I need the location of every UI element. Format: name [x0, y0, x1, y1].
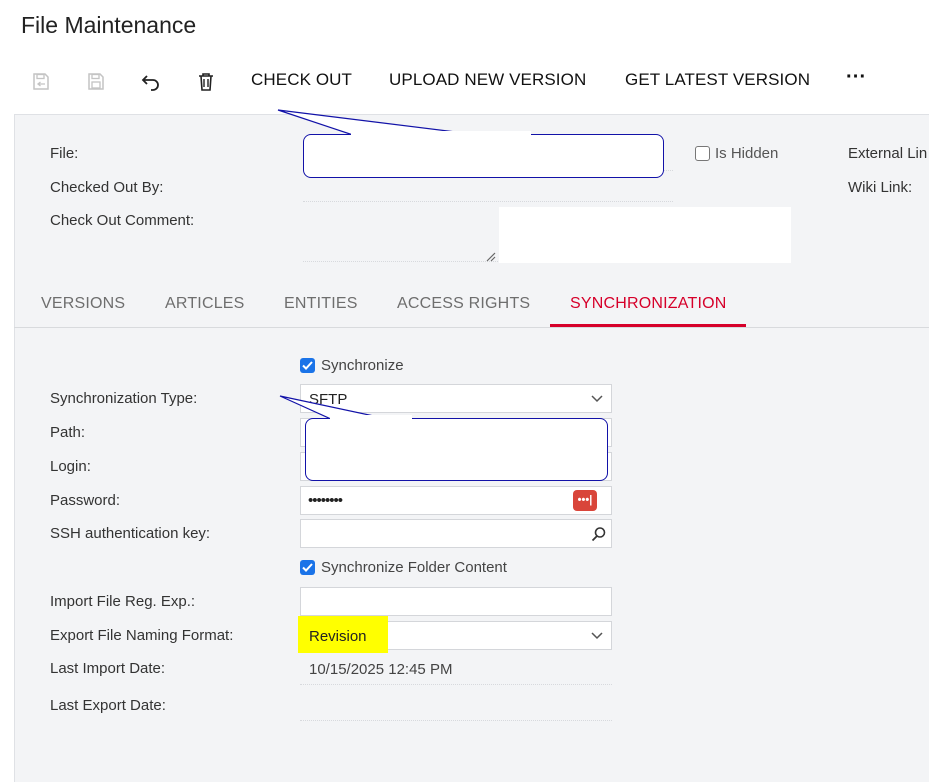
save-icon[interactable]: [82, 68, 110, 96]
tab-access-rights[interactable]: ACCESS RIGHTS: [397, 295, 530, 313]
callout-seam-2: [330, 415, 412, 421]
tab-synchronization[interactable]: SYNCHRONIZATION: [570, 295, 726, 313]
login-label: Login:: [50, 458, 91, 475]
import-regexp-label: Import File Reg. Exp.:: [50, 593, 196, 610]
sync-folder-checkbox[interactable]: Synchronize Folder Content: [300, 559, 507, 576]
more-options-icon[interactable]: ···: [846, 66, 866, 89]
upload-new-version-button[interactable]: UPLOAD NEW VERSION: [389, 70, 586, 90]
last-export-underline: [300, 720, 612, 721]
external-link-label: External Lin: [848, 145, 928, 162]
callout-seam: [351, 131, 531, 137]
import-regexp-input[interactable]: [300, 587, 612, 616]
chevron-down-icon: [591, 632, 603, 640]
path-login-callout: [305, 418, 608, 481]
password-reveal-icon[interactable]: •••|: [573, 490, 597, 511]
check-out-comment-label: Check Out Comment:: [50, 212, 195, 229]
file-input[interactable]: [303, 134, 664, 178]
checked-out-by-label: Checked Out By:: [50, 179, 164, 196]
chevron-down-icon: [591, 395, 603, 403]
check-out-button[interactable]: CHECK OUT: [251, 70, 352, 90]
file-label: File:: [50, 145, 79, 162]
undo-icon[interactable]: [137, 68, 165, 96]
export-naming-label: Export File Naming Format:: [50, 627, 234, 644]
tab-versions[interactable]: VERSIONS: [41, 295, 125, 313]
export-naming-select[interactable]: Revision: [298, 616, 612, 653]
checkbox-icon[interactable]: [695, 146, 710, 161]
active-tab-indicator: [550, 324, 746, 327]
save-close-icon[interactable]: [27, 68, 55, 96]
check-out-comment-input[interactable]: [499, 207, 791, 263]
password-label: Password:: [50, 492, 121, 509]
tab-articles[interactable]: ARTICLES: [165, 295, 245, 313]
password-input[interactable]: •••••••• •••|: [300, 486, 612, 515]
resize-handle-icon[interactable]: [484, 249, 496, 262]
path-label: Path:: [50, 424, 86, 441]
is-hidden-checkbox[interactable]: Is Hidden: [695, 145, 778, 162]
trash-icon[interactable]: [192, 68, 220, 96]
comment-underline: [303, 261, 498, 262]
get-latest-version-button[interactable]: GET LATEST VERSION: [625, 70, 810, 90]
synchronize-checkbox[interactable]: Synchronize: [300, 357, 404, 374]
export-naming-value: Revision: [309, 628, 367, 645]
sync-type-label: Synchronization Type:: [50, 390, 198, 407]
last-export-label: Last Export Date:: [50, 697, 166, 714]
tab-divider: [14, 327, 929, 328]
password-value: ••••••••: [308, 492, 343, 509]
tab-entities[interactable]: ENTITIES: [284, 295, 358, 313]
search-icon[interactable]: [591, 526, 607, 542]
last-import-underline: [300, 684, 612, 685]
checked-out-by-field: [303, 201, 673, 202]
last-import-value: 10/15/2025 12:45 PM: [309, 661, 453, 678]
last-import-label: Last Import Date:: [50, 660, 166, 677]
wiki-link-label: Wiki Link:: [848, 179, 913, 196]
ssh-key-input[interactable]: [300, 519, 612, 548]
page-title: File Maintenance: [21, 12, 197, 38]
ssh-key-label: SSH authentication key:: [50, 525, 211, 542]
check-icon[interactable]: [300, 358, 315, 373]
check-icon[interactable]: [300, 560, 315, 575]
